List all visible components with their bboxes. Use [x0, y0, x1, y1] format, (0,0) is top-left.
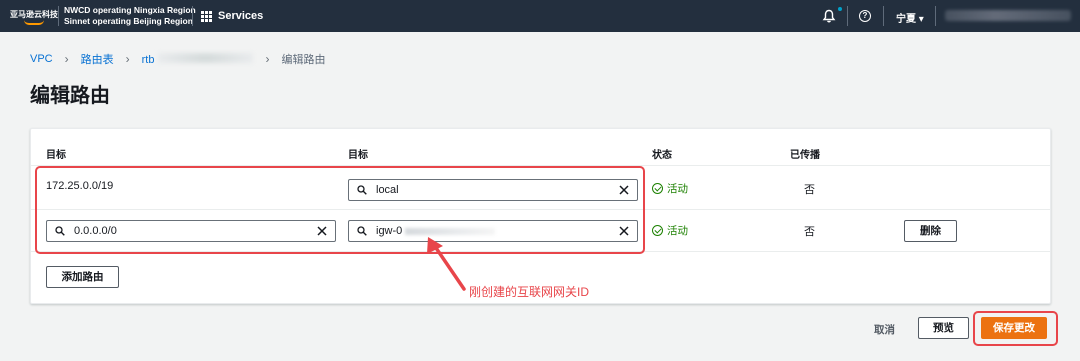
- services-label: Services: [218, 10, 264, 22]
- status-ok-icon: [652, 183, 663, 194]
- company-logo[interactable]: 亚马逊云科技: [10, 0, 58, 32]
- services-menu[interactable]: Services: [201, 9, 263, 23]
- nav-divider: [883, 6, 884, 26]
- route-status-text: 活动: [667, 183, 688, 195]
- nav-divider: [192, 6, 193, 26]
- breadcrumb: VPC › 路由表 › rtb › 编辑路由: [30, 51, 325, 67]
- status-ok-icon: [652, 225, 663, 236]
- add-route-button[interactable]: 添加路由: [46, 266, 119, 288]
- preview-button[interactable]: 预览: [918, 317, 969, 339]
- breadcrumb-rtb-label: rtb: [141, 53, 155, 66]
- breadcrumb-current: 编辑路由: [281, 54, 326, 66]
- nav-divider: [58, 6, 59, 26]
- column-header-status: 状态: [652, 150, 672, 161]
- logo-smile-icon: [24, 20, 44, 25]
- nav-divider: [847, 6, 848, 26]
- route-status: 活动: [652, 181, 688, 196]
- cancel-button[interactable]: 取消: [874, 322, 895, 337]
- route-status: 活动: [652, 223, 688, 238]
- account-menu[interactable]: [945, 10, 1071, 21]
- breadcrumb-separator: ›: [125, 52, 130, 66]
- route-status-text: 活动: [667, 225, 688, 237]
- annotation-highlight-routes: [35, 166, 645, 254]
- help-icon[interactable]: ?: [859, 10, 871, 22]
- region-line-1: NWCD operating Ningxia Region: [64, 5, 196, 15]
- breadcrumb-route-table-id[interactable]: rtb: [141, 52, 254, 66]
- breadcrumb-separator: ›: [265, 52, 270, 66]
- route-propagated: 否: [804, 226, 815, 238]
- nav-divider: [935, 6, 936, 26]
- annotation-label: 刚创建的互联网网关ID: [469, 285, 590, 299]
- breadcrumb-separator: ›: [64, 52, 69, 66]
- column-header-propagated: 已传播: [790, 150, 820, 161]
- route-propagated: 否: [804, 184, 815, 196]
- region-selector[interactable]: 宁夏 ▾: [896, 10, 924, 25]
- top-navigation: 亚马逊云科技 NWCD operating Ningxia Region Sin…: [0, 0, 1080, 32]
- column-header-destination: 目标: [46, 150, 66, 161]
- annotation-highlight-save: [973, 311, 1058, 346]
- notifications-bell-icon[interactable]: [822, 9, 836, 23]
- breadcrumb-vpc[interactable]: VPC: [30, 53, 53, 65]
- services-grid-icon: [201, 10, 212, 22]
- region-info: NWCD operating Ningxia Region Sinnet ope…: [64, 5, 196, 27]
- region-line-2: Sinnet operating Beijing Region: [64, 16, 193, 26]
- logo-text: 亚马逊云科技: [10, 10, 58, 19]
- redacted-id: [158, 52, 254, 63]
- column-header-target: 目标: [348, 150, 368, 161]
- page-title: 编辑路由: [30, 85, 110, 107]
- notification-dot: [838, 7, 842, 11]
- annotation-arrow-icon: [427, 237, 466, 291]
- remove-route-button[interactable]: 删除: [904, 220, 957, 242]
- breadcrumb-route-tables[interactable]: 路由表: [81, 51, 114, 67]
